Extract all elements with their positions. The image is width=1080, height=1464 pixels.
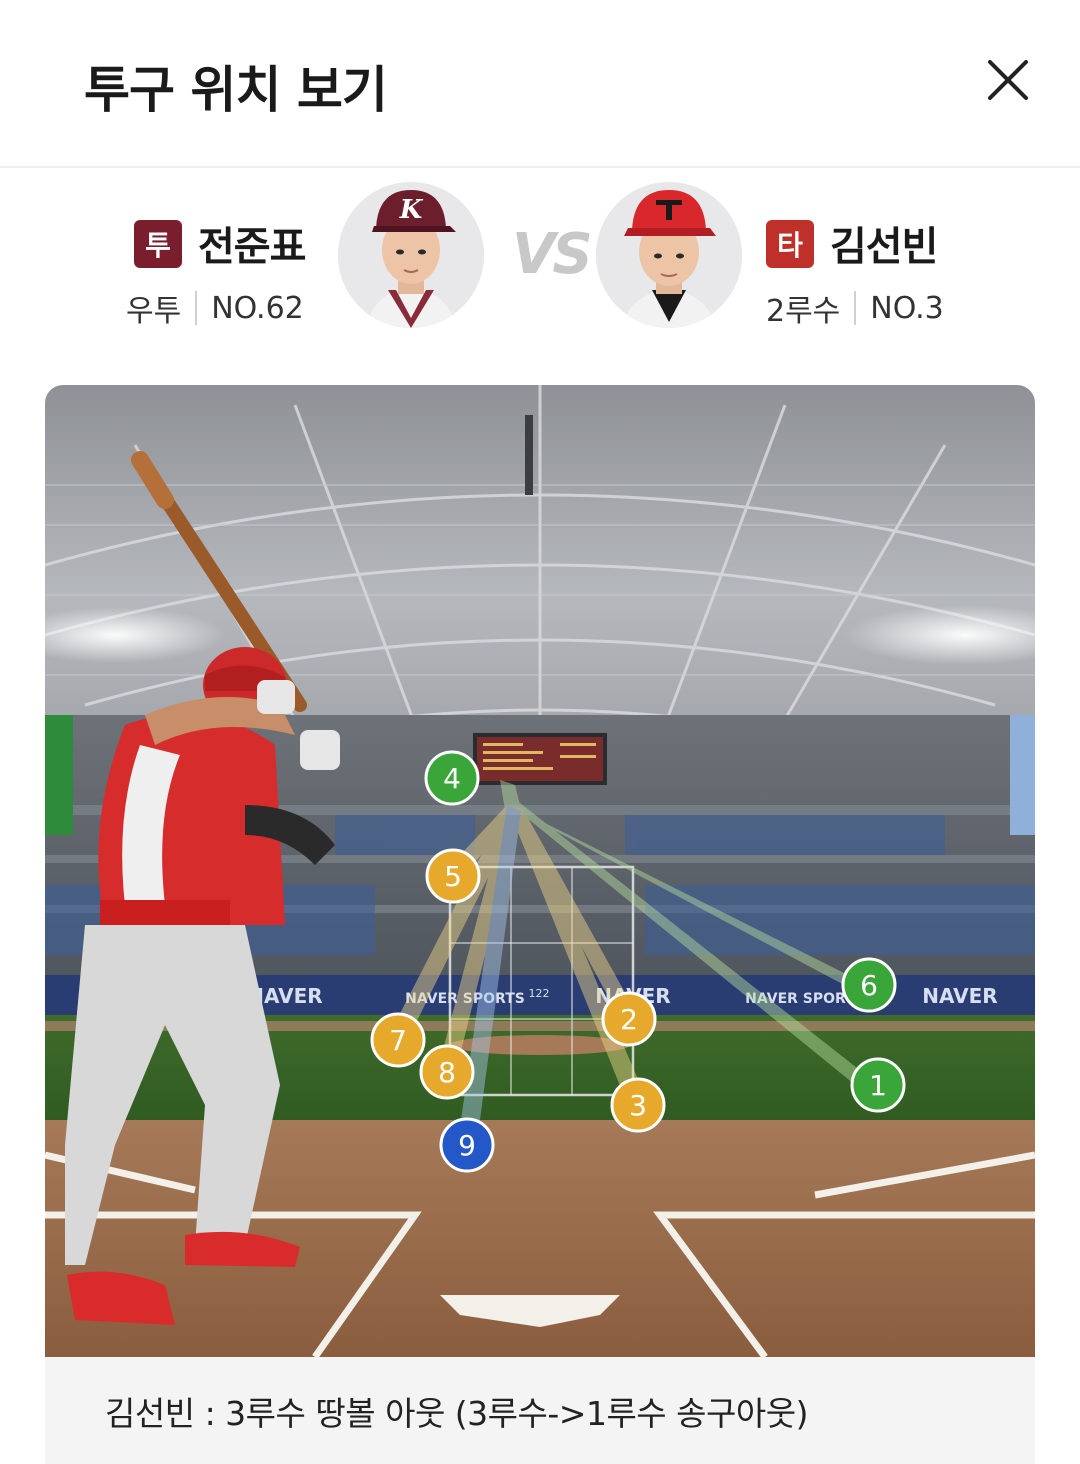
pitch-marker[interactable]: 8 <box>419 1044 475 1100</box>
pitcher-avatar[interactable]: K <box>338 182 484 328</box>
pitcher-number: NO.62 <box>211 290 304 326</box>
batter-number: NO.3 <box>870 290 944 326</box>
ad-banner: NAVER <box>922 984 997 1008</box>
pitch-number: 3 <box>629 1089 647 1122</box>
pitcher-name[interactable]: 전준표 <box>198 214 306 272</box>
pitch-marker[interactable]: 4 <box>424 750 480 806</box>
batter-position: 2루수 <box>766 294 841 329</box>
pitcher-role-badge: 투 <box>134 220 182 268</box>
pitch-number: 9 <box>458 1129 476 1162</box>
close-button[interactable] <box>980 54 1036 110</box>
pitch-marker[interactable]: 7 <box>370 1012 426 1068</box>
divider <box>854 291 857 325</box>
pitch-marker[interactable]: 1 <box>850 1057 906 1113</box>
pitcher-position: 우투 <box>126 294 182 329</box>
pitch-number: 1 <box>869 1069 887 1102</box>
pitch-marker[interactable]: 3 <box>610 1077 666 1133</box>
modal-header: 투구 위치 보기 <box>0 0 1080 168</box>
pitch-number: 2 <box>620 1003 638 1036</box>
ad-banner: 122 <box>529 987 550 1000</box>
play-result-text: 김선빈 : 3루수 땅볼 아웃 (3루수->1루수 송구아웃) <box>105 1394 808 1433</box>
pitch-number: 8 <box>438 1056 456 1089</box>
batter-info: 2루수 NO.3 <box>766 286 944 330</box>
pitch-number: 7 <box>389 1024 407 1057</box>
pitch-marker[interactable]: 5 <box>425 848 481 904</box>
pitch-marker[interactable]: 9 <box>439 1117 495 1173</box>
pitch-marker[interactable]: 6 <box>841 957 897 1013</box>
svg-text:K: K <box>399 195 424 225</box>
batter-avatar[interactable] <box>596 182 742 328</box>
batter-role-badge: 타 <box>766 220 814 268</box>
vs-label: VS <box>512 222 593 287</box>
pitch-number: 4 <box>443 762 461 795</box>
batter-name[interactable]: 김선빈 <box>830 214 938 272</box>
page-title: 투구 위치 보기 <box>84 61 388 119</box>
pitch-number: 5 <box>444 860 462 893</box>
stadium-scene: NAVER NAVER SPORTS 122 NAVER NAVER SPORT… <box>45 385 1035 1357</box>
divider <box>195 291 198 325</box>
pitcher-info: 우투 NO.62 <box>126 286 304 330</box>
pitch-location-field: NAVER NAVER SPORTS 122 NAVER NAVER SPORT… <box>45 385 1035 1357</box>
pitch-number: 6 <box>860 969 878 1002</box>
close-icon <box>988 60 1028 100</box>
pitch-marker[interactable]: 2 <box>601 991 657 1047</box>
play-result: 김선빈 : 3루수 땅볼 아웃 (3루수->1루수 송구아웃) <box>45 1357 1035 1464</box>
matchup-section: 투 전준표 우투 NO.62 K VS 타 김선빈 2루수 NO.3 <box>0 170 1080 370</box>
